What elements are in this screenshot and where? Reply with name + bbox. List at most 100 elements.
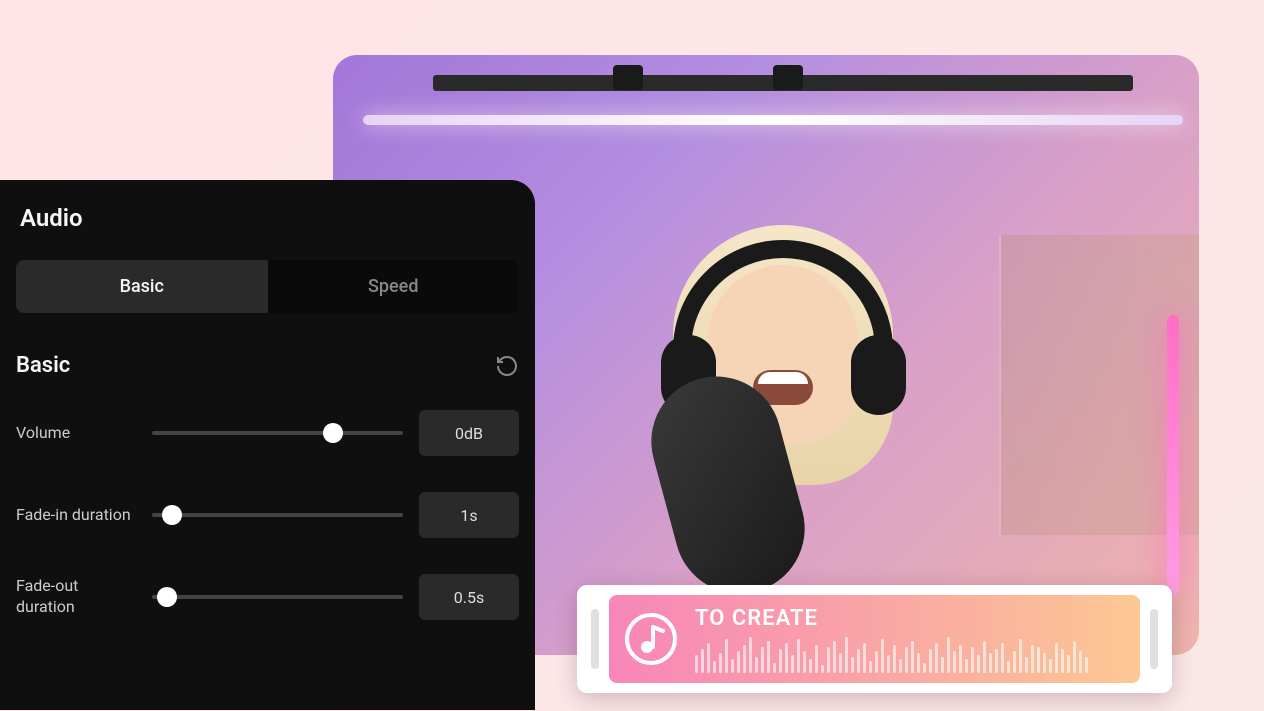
slider-track [152,595,403,599]
wave-bar [965,659,968,673]
volume-value[interactable]: 0dB [419,410,519,456]
wave-bar [977,655,980,673]
clip-body[interactable]: TO CREATE [609,595,1140,683]
fade-in-value[interactable]: 1s [419,492,519,538]
wave-bar [869,661,872,673]
wave-bar [875,651,878,673]
clip-content: TO CREATE [695,606,1126,673]
wave-bar [701,649,704,673]
wave-bar [779,649,782,673]
clip-handle-left[interactable] [591,609,599,669]
wave-bar [803,651,806,673]
wave-bar [725,639,728,673]
fade-out-slider[interactable] [152,587,403,607]
wave-bar [797,639,800,673]
wave-bar [719,653,722,673]
wave-bar [899,659,902,673]
wave-bar [1019,639,1022,673]
wave-bar [995,649,998,673]
person-podcaster [533,175,1033,655]
wave-bar [1067,655,1070,673]
wave-bar [887,655,890,673]
wave-bar [839,653,842,673]
music-note-icon [623,611,679,667]
wave-bar [863,643,866,673]
wave-bar [1013,651,1016,673]
wave-bar [815,645,818,673]
wave-bar [821,665,824,673]
wave-bar [749,637,752,673]
volume-control: Volume 0dB [16,410,519,456]
fade-out-value[interactable]: 0.5s [419,574,519,620]
wave-bar [1079,651,1082,673]
volume-slider-thumb[interactable] [323,423,343,443]
fade-in-slider[interactable] [152,505,403,525]
wave-bar [707,643,710,673]
clip-title: TO CREATE [695,606,1126,631]
wave-bar [1061,649,1064,673]
wave-bar [731,659,734,673]
wave-bar [929,649,932,673]
wave-bar [1025,657,1028,673]
wave-bar [737,651,740,673]
wave-bar [809,659,812,673]
wave-bar [911,641,914,673]
clip-handle-right[interactable] [1150,609,1158,669]
wave-bar [947,637,950,673]
wave-bar [833,641,836,673]
wave-bar [767,641,770,673]
wave-bar [827,647,830,673]
fade-out-slider-thumb[interactable] [157,587,177,607]
waveform [695,637,1126,673]
rig-mount [773,65,803,90]
fade-in-label: Fade-in duration [16,505,136,526]
wave-bar [941,657,944,673]
volume-slider[interactable] [152,423,403,443]
wave-bar [1085,657,1088,673]
wave-bar [983,641,986,673]
wave-bar [881,639,884,673]
tab-speed[interactable]: Speed [268,260,520,313]
wave-bar [905,647,908,673]
rig-mount [613,65,643,90]
wave-bar [959,645,962,673]
tab-basic[interactable]: Basic [16,260,268,313]
panel-title: Audio [16,204,519,232]
audio-tabs: Basic Speed [16,260,519,313]
wave-bar [893,645,896,673]
wave-bar [785,643,788,673]
wave-bar [695,655,698,673]
section-title: Basic [16,353,70,378]
volume-label: Volume [16,423,136,444]
wave-bar [1007,661,1010,673]
wave-bar [851,657,854,673]
wave-bar [1043,653,1046,673]
audio-clip[interactable]: TO CREATE [577,585,1172,693]
wave-bar [1031,645,1034,673]
fade-in-slider-thumb[interactable] [162,505,182,525]
wave-bar [953,651,956,673]
section-header: Basic [16,353,519,378]
wave-bar [989,653,992,673]
wave-bar [1055,643,1058,673]
wave-bar [755,657,758,673]
pink-glow-light [1167,315,1179,595]
wave-bar [791,655,794,673]
wave-bar [971,647,974,673]
wave-bar [761,647,764,673]
wave-bar [743,645,746,673]
wave-bar [1001,643,1004,673]
fade-out-control: Fade-out duration 0.5s [16,574,519,620]
wave-bar [845,637,848,673]
fade-out-label: Fade-out duration [16,576,136,618]
audio-panel: Audio Basic Speed Basic Volume 0dB Fade-… [0,180,535,710]
wave-bar [1037,647,1040,673]
slider-track [152,513,403,517]
fade-in-control: Fade-in duration 1s [16,492,519,538]
wave-bar [923,663,926,673]
wave-bar [935,643,938,673]
wave-bar [1073,641,1076,673]
wave-bar [917,653,920,673]
headphone-ear-right [851,335,906,415]
reset-icon[interactable] [495,354,519,378]
